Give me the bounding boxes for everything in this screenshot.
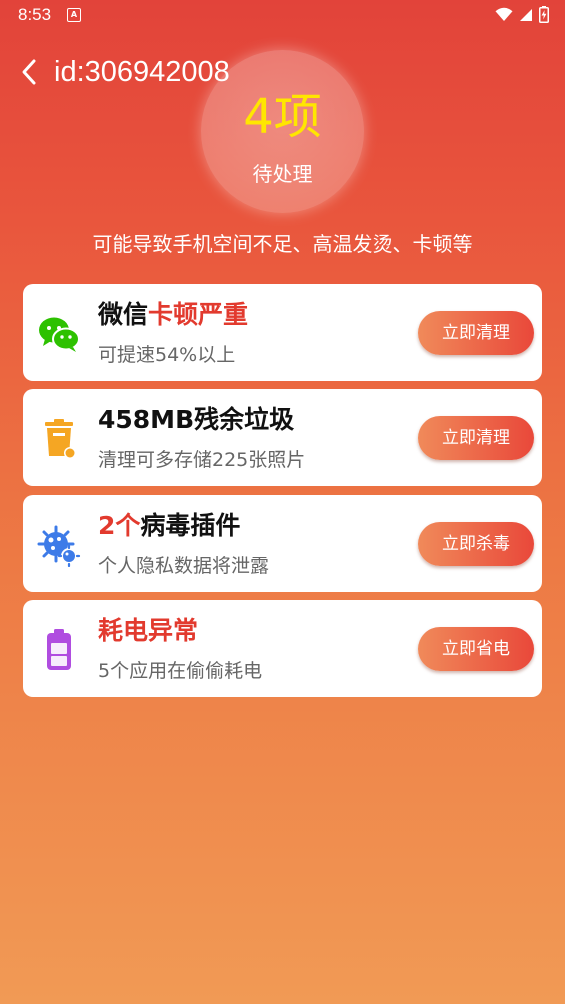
trash-bin-icon bbox=[37, 417, 81, 461]
status-icons bbox=[495, 6, 549, 23]
issue-card-junk: 458MB残余垃圾 清理可多存储225张照片 立即清理 bbox=[23, 389, 542, 486]
chevron-left-icon bbox=[22, 59, 36, 85]
card-title: 458MB残余垃圾 bbox=[98, 403, 294, 437]
card-title-black: 病毒插件 bbox=[140, 511, 241, 540]
wifi-icon bbox=[495, 7, 513, 21]
card-subtitle: 清理可多存储225张照片 bbox=[98, 449, 306, 471]
app-notification-icon: A bbox=[67, 8, 81, 22]
save-power-button[interactable]: 立即省电 bbox=[418, 627, 534, 671]
pending-label: 待处理 bbox=[252, 162, 313, 186]
status-bar: 8:53 A bbox=[0, 0, 565, 30]
clean-junk-button[interactable]: 立即清理 bbox=[418, 416, 534, 460]
wechat-icon bbox=[37, 312, 81, 356]
clean-wechat-button[interactable]: 立即清理 bbox=[418, 311, 534, 355]
card-title-red: 耗电异常 bbox=[98, 616, 199, 645]
card-title-red: 卡顿严重 bbox=[148, 300, 249, 329]
card-subtitle: 个人隐私数据将泄露 bbox=[98, 555, 270, 577]
issue-card-virus: 2个病毒插件 个人隐私数据将泄露 立即杀毒 bbox=[23, 495, 542, 592]
issue-card-wechat: 微信卡顿严重 可提速54%以上 立即清理 bbox=[23, 284, 542, 381]
header: id:306942008 bbox=[0, 50, 565, 94]
issue-card-battery: 耗电异常 5个应用在偷偷耗电 立即省电 bbox=[23, 600, 542, 697]
card-subtitle: 5个应用在偷偷耗电 bbox=[98, 660, 263, 682]
back-button[interactable] bbox=[14, 54, 44, 90]
card-title-black: 458MB残余垃圾 bbox=[98, 405, 295, 434]
battery-charging-icon bbox=[539, 6, 549, 23]
pending-count: 4项 bbox=[243, 89, 322, 145]
card-title: 耗电异常 bbox=[98, 614, 198, 648]
battery-icon bbox=[37, 628, 81, 672]
page-title: id:306942008 bbox=[54, 56, 230, 88]
card-title-red: 2个 bbox=[98, 511, 141, 540]
card-title: 2个病毒插件 bbox=[98, 509, 240, 543]
card-title: 微信卡顿严重 bbox=[98, 298, 248, 332]
signal-icon bbox=[520, 8, 532, 21]
card-subtitle: 可提速54%以上 bbox=[98, 344, 236, 366]
status-time: 8:53 bbox=[18, 5, 52, 24]
kill-virus-button[interactable]: 立即杀毒 bbox=[418, 522, 534, 566]
warning-text: 可能导致手机空间不足、高温发烫、卡顿等 bbox=[92, 232, 473, 256]
card-title-black: 微信 bbox=[98, 300, 149, 329]
virus-icon bbox=[37, 523, 81, 567]
